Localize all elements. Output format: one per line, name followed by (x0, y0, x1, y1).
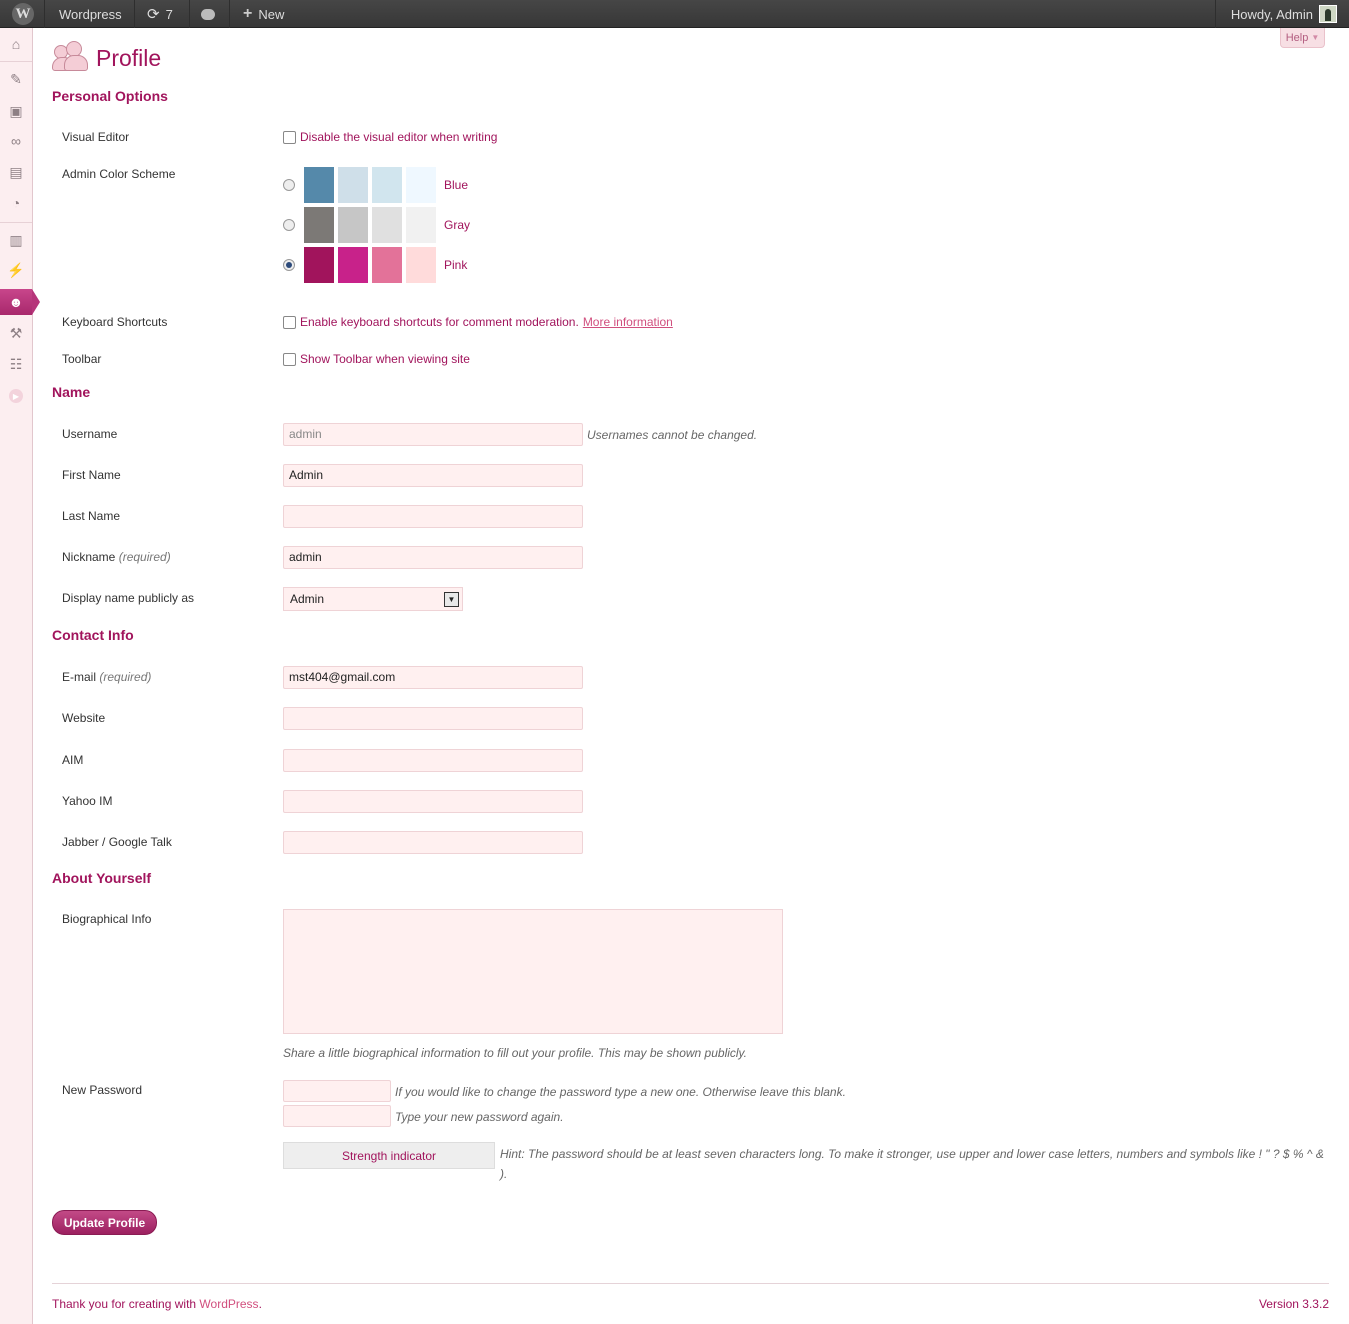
first-name-label: First Name (62, 468, 121, 482)
swatch (372, 167, 402, 203)
aim-input[interactable] (283, 749, 583, 772)
scheme-name: Pink (444, 258, 468, 272)
color-scheme-blue[interactable]: Blue (283, 167, 468, 203)
name-heading: Name (52, 384, 91, 400)
password-hint: Hint: The password should be at least se… (500, 1147, 1324, 1181)
email-input[interactable]: mst404@gmail.com (283, 666, 583, 689)
swatch (338, 207, 368, 243)
checkbox[interactable] (283, 315, 296, 329)
radio-pink[interactable] (283, 259, 295, 271)
keyboard-shortcuts-checkbox[interactable]: Enable keyboard shortcuts for comment mo… (283, 315, 673, 329)
username-note: Usernames cannot be changed. (587, 428, 758, 442)
display-name-select[interactable]: Admin ▼ (283, 587, 463, 611)
color-scheme-pink[interactable]: Pink (283, 247, 467, 283)
last-name-input[interactable] (283, 505, 583, 528)
scheme-name: Gray (444, 218, 471, 232)
checkbox[interactable] (283, 352, 296, 366)
swatch (304, 247, 334, 283)
strength-indicator: Strength indicator (283, 1142, 495, 1169)
plugins-icon[interactable]: ⚡ (0, 257, 32, 283)
swatch (338, 247, 368, 283)
users-icon[interactable]: ☻ (0, 289, 40, 315)
color-scheme-gray[interactable]: Gray (283, 207, 470, 243)
contact-info-heading: Contact Info (52, 627, 134, 643)
radio-blue[interactable] (283, 179, 295, 191)
media-icon[interactable]: ▣ (0, 98, 32, 124)
wordpress-link[interactable]: WordPress (199, 1297, 258, 1311)
yahoo-input[interactable] (283, 790, 583, 813)
dashboard-icon[interactable]: ⌂ (0, 31, 32, 57)
username-input: admin (283, 423, 583, 446)
jabber-label: Jabber / Google Talk (62, 835, 172, 849)
display-name-label: Display name publicly as (62, 591, 195, 605)
nickname-input[interactable]: admin (283, 546, 583, 569)
website-label: Website (62, 711, 106, 725)
links-icon[interactable]: ∞ (0, 128, 32, 154)
update-profile-button[interactable]: Update Profile (52, 1210, 157, 1235)
checkbox[interactable] (283, 130, 296, 144)
bio-textarea[interactable] (283, 909, 783, 1034)
tools-icon[interactable]: ⚒ (0, 320, 32, 346)
scheme-name: Blue (444, 178, 469, 192)
bio-label: Biographical Info (62, 912, 152, 926)
collapse-icon[interactable]: ▶ (0, 383, 32, 409)
footer-thanks: Thank you for creating with WordPress. (52, 1297, 262, 1311)
pages-icon[interactable]: ▤ (0, 159, 32, 185)
visual-editor-label: Visual Editor (62, 130, 130, 144)
email-label: E-mail (required) (62, 670, 152, 684)
jabber-input[interactable] (283, 831, 583, 854)
footer-version: Version 3.3.2 (1258, 1297, 1329, 1311)
password-repeat-note: Type your new password again. (395, 1110, 564, 1124)
password-repeat-input[interactable] (283, 1105, 391, 1127)
keyboard-shortcuts-label: Keyboard Shortcuts (62, 315, 168, 329)
personal-options-heading: Personal Options (52, 88, 168, 104)
swatch (406, 207, 436, 243)
comments-icon[interactable]: ◔ (0, 190, 32, 216)
appearance-icon[interactable]: ▥ (0, 227, 32, 253)
nickname-label: Nickname (required) (62, 550, 171, 564)
admin-menu: ⌂ ✎ ▣ ∞ ▤ ◔ ▥ ⚡ ☻ ⚒ ☷ ▶ (0, 28, 40, 1324)
yahoo-label: Yahoo IM (62, 794, 113, 808)
swatch (304, 167, 334, 203)
settings-icon[interactable]: ☷ (0, 351, 32, 377)
toolbar-label: Toolbar (62, 352, 102, 366)
password-input[interactable] (283, 1080, 391, 1102)
swatch (406, 167, 436, 203)
swatch (338, 167, 368, 203)
posts-icon[interactable]: ✎ (0, 66, 32, 92)
swatch (304, 207, 334, 243)
swatch (406, 247, 436, 283)
toolbar-checkbox[interactable]: Show Toolbar when viewing site (283, 352, 470, 366)
footer: Thank you for creating with WordPress. V… (52, 1283, 1329, 1311)
new-password-label: New Password (62, 1083, 143, 1097)
wordpress-logo-icon[interactable]: W (8, 0, 38, 28)
website-input[interactable] (283, 707, 583, 730)
visual-editor-checkbox[interactable]: Disable the visual editor when writing (283, 130, 497, 144)
aim-label: AIM (62, 753, 84, 767)
password-note: If you would like to change the password… (395, 1085, 846, 1099)
chevron-down-icon: ▼ (444, 592, 459, 607)
radio-gray[interactable] (283, 219, 295, 231)
about-yourself-heading: About Yourself (52, 870, 152, 886)
first-name-input[interactable]: Admin (283, 464, 583, 487)
username-label: Username (62, 427, 118, 441)
swatch (372, 247, 402, 283)
color-scheme-label: Admin Color Scheme (62, 167, 176, 181)
more-information-link[interactable]: More information (583, 315, 673, 329)
last-name-label: Last Name (62, 509, 121, 523)
swatch (372, 207, 402, 243)
bio-note: Share a little biographical information … (283, 1046, 748, 1060)
